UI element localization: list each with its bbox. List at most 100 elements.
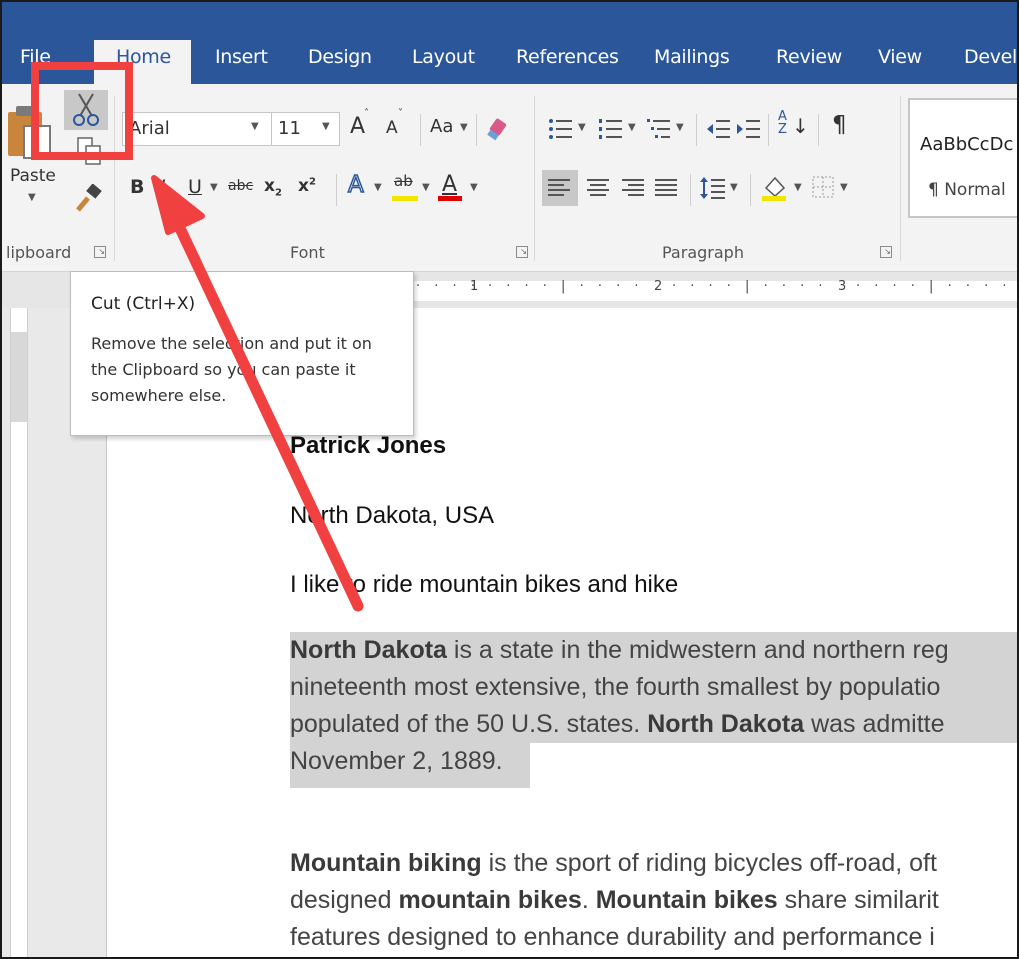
home-ribbon: Paste ▼ lipboard ↘ Arial ▼ 11 ▼ A ˄ A ˅ … <box>2 84 1017 272</box>
font-name-dropdown-icon[interactable]: ▼ <box>251 121 259 132</box>
group-separator <box>900 96 901 261</box>
underline-dropdown-icon[interactable]: ▼ <box>210 182 218 193</box>
style-normal[interactable]: AaBbCcDc ¶ Normal <box>908 98 1017 218</box>
font-size-dropdown-icon[interactable]: ▼ <box>322 121 330 132</box>
tab-layout[interactable]: Layout <box>412 46 475 68</box>
paste-icon[interactable] <box>6 104 52 162</box>
font-size-box[interactable]: 11 ▼ <box>272 112 340 146</box>
highlight-dropdown-icon[interactable]: ▼ <box>422 182 430 193</box>
align-right-icon[interactable] <box>620 178 644 198</box>
text-run: nineteenth most extensive, the fourth sm… <box>290 673 941 701</box>
borders-icon[interactable] <box>812 176 834 198</box>
bold-term: North Dakota <box>647 710 805 738</box>
clear-formatting-icon[interactable] <box>486 116 510 142</box>
ribbon-tab-bar: File Home Insert Design Layout Reference… <box>2 2 1017 84</box>
ruler-mark-3: 3 <box>838 279 847 294</box>
superscript-label: x <box>298 176 309 196</box>
text-run: share similarit <box>777 886 939 914</box>
bold-term: Mountain bikes <box>595 886 778 914</box>
multilevel-dropdown-icon[interactable]: ▼ <box>676 122 684 133</box>
underline-button[interactable]: U <box>188 176 202 198</box>
shrink-font-caret: ˅ <box>398 108 403 119</box>
vertical-ruler <box>10 308 28 957</box>
shading-dropdown-icon[interactable]: ▼ <box>794 182 802 193</box>
change-case-button[interactable]: Aa <box>430 116 453 137</box>
tab-design[interactable]: Design <box>308 46 372 68</box>
tab-developer[interactable]: Develo <box>964 46 1017 68</box>
font-name-box[interactable]: Arial ▼ <box>122 112 272 146</box>
tab-view[interactable]: View <box>878 46 922 68</box>
tab-file[interactable]: File <box>20 46 51 68</box>
text-run: . <box>581 886 596 914</box>
ruler-ticks-c: · · · · | · · · · <box>672 279 828 294</box>
ruler-mark-1: 1 <box>470 279 479 294</box>
shading-icon[interactable] <box>760 174 790 202</box>
tab-insert[interactable]: Insert <box>215 46 268 68</box>
tab-review[interactable]: Review <box>776 46 842 68</box>
tab-home[interactable]: Home <box>94 40 191 84</box>
paste-dropdown-icon[interactable]: ▼ <box>28 192 36 203</box>
text-run: is the sport of riding bicycles off-road… <box>481 849 937 877</box>
word-window: File Home Insert Design Layout Reference… <box>0 0 1019 959</box>
center-icon[interactable] <box>586 178 610 198</box>
text-effects-dropdown-icon[interactable]: ▼ <box>374 182 382 193</box>
bullets-icon[interactable] <box>548 118 574 140</box>
ruler-mark-2: 2 <box>654 279 663 294</box>
italic-button[interactable]: I <box>160 176 166 198</box>
justify-icon[interactable] <box>654 178 678 198</box>
numbering-icon[interactable] <box>598 118 624 140</box>
tooltip-line: somewhere else. <box>91 386 227 405</box>
cut-icon <box>73 93 99 126</box>
grow-font-button[interactable]: A <box>350 114 365 139</box>
multilevel-list-icon[interactable] <box>646 118 672 140</box>
tooltip-line: the Clipboard so you can paste it <box>91 360 356 379</box>
font-color-dropdown-icon[interactable]: ▼ <box>470 182 478 193</box>
paragraph-group-label: Paragraph <box>662 243 744 262</box>
bold-term: Mountain biking <box>290 849 482 877</box>
group-separator <box>114 96 115 261</box>
line-spacing-dropdown-icon[interactable]: ▼ <box>730 182 738 193</box>
doc-location: North Dakota, USA <box>290 502 495 529</box>
superscript-button[interactable]: x2 <box>298 176 316 196</box>
tab-mailings[interactable]: Mailings <box>654 46 730 68</box>
subscript-button[interactable]: x2 <box>264 176 282 198</box>
tab-references[interactable]: References <box>516 46 619 68</box>
style-preview: AaBbCcDc <box>920 134 1014 155</box>
line-spacing-icon[interactable] <box>700 176 726 200</box>
text-run: is a state in the midwestern and norther… <box>446 636 949 664</box>
shrink-font-button[interactable]: A <box>386 118 398 138</box>
format-painter-icon[interactable] <box>74 184 104 214</box>
highlight-color-bar <box>392 196 418 201</box>
sort-icon[interactable]: AZ <box>778 110 787 136</box>
copy-icon[interactable] <box>76 136 104 168</box>
font-name-value: Arial <box>129 118 170 139</box>
text-effects-button[interactable]: A <box>347 171 364 199</box>
align-left-icon <box>548 179 570 196</box>
sort-label: A <box>778 109 787 124</box>
strikethrough-button[interactable]: abc <box>228 178 253 194</box>
text-run: populated of the 50 U.S. states. <box>290 710 648 738</box>
change-case-dropdown-icon[interactable]: ▼ <box>460 122 468 133</box>
bold-button[interactable]: B <box>130 176 144 198</box>
bullets-dropdown-icon[interactable]: ▼ <box>578 122 586 133</box>
subscript-label: x <box>264 176 275 196</box>
numbering-dropdown-icon[interactable]: ▼ <box>628 122 636 133</box>
text-run: November 2, 1889. <box>290 747 503 775</box>
increase-indent-icon[interactable] <box>736 118 762 140</box>
font-color-bar <box>438 196 462 201</box>
font-dialog-launcher[interactable]: ↘ <box>516 246 528 258</box>
decrease-indent-icon[interactable] <box>706 118 732 140</box>
clipboard-dialog-launcher[interactable]: ↘ <box>94 246 106 258</box>
font-size-value: 11 <box>278 118 301 139</box>
show-marks-button[interactable]: ¶ <box>832 112 847 138</box>
paragraph-dialog-launcher[interactable]: ↘ <box>880 246 892 258</box>
borders-dropdown-icon[interactable]: ▼ <box>840 182 848 193</box>
group-separator <box>534 96 535 261</box>
font-color-button[interactable]: A <box>442 172 457 197</box>
doc-hobby: I like to ride mountain bikes and hike <box>290 571 679 598</box>
bold-term: mountain bikes <box>398 886 582 914</box>
doc-name: Patrick Jones <box>290 432 447 459</box>
ruler-ticks-d: · · · · | · · · · · · <box>856 279 1017 294</box>
highlight-button[interactable]: ab <box>394 172 413 190</box>
paste-button[interactable]: Paste <box>10 166 56 186</box>
